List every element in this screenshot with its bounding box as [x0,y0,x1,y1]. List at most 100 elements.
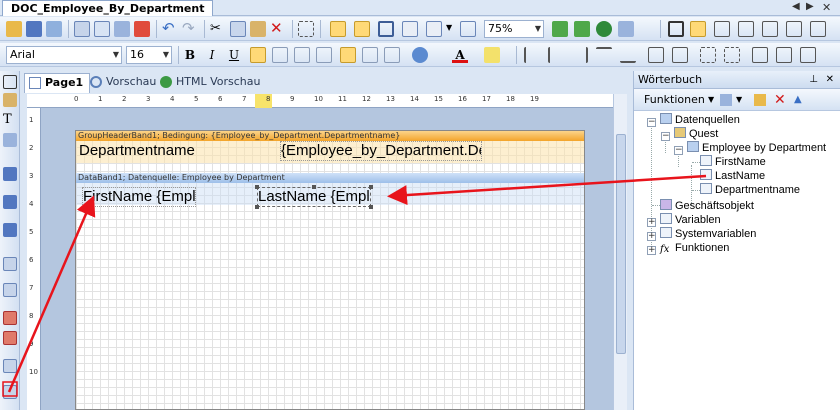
edit-icon[interactable] [754,94,766,106]
open-icon[interactable] [6,21,22,37]
tab-page1[interactable]: Page1 [24,73,91,93]
data-band-icon[interactable] [3,223,17,237]
align-bottoms-icon[interactable] [620,47,636,63]
copy-icon[interactable] [230,21,246,37]
report-page[interactable]: GroupHeaderBand1; Bedingung: {Employee_b… [75,130,585,410]
zoom-select[interactable]: 75% ▼ [484,20,544,38]
paste-icon[interactable] [250,21,266,37]
tree-item-functions[interactable]: fx Funktionen [660,241,729,256]
border-style-icon[interactable] [810,21,826,37]
move-forward-icon[interactable] [800,47,816,63]
page-setup-icon[interactable] [74,21,90,37]
selection-handle[interactable] [369,205,373,209]
tree-item-system-variables[interactable]: Systemvariablen [660,227,756,242]
delete-icon[interactable]: ✕ [774,89,786,111]
vertical-scrollbar[interactable] [613,94,627,410]
rich-text-icon[interactable] [3,331,17,345]
container-tool-icon[interactable] [3,283,17,297]
order-icon[interactable] [402,21,418,37]
selection-handle[interactable] [369,185,373,189]
align-tops-icon[interactable] [596,47,612,63]
close-icon[interactable]: ✕ [822,1,831,14]
layout-icon[interactable] [426,21,442,37]
delete-icon[interactable]: ✕ [270,21,286,37]
redo-icon[interactable]: ↷ [182,21,198,37]
selection-handle[interactable] [255,205,259,209]
align-justify-icon[interactable] [316,47,332,63]
chevron-down-icon[interactable]: ▼ [736,89,742,111]
expand-icon[interactable]: + [647,232,656,241]
pointer-tool-icon[interactable] [3,75,17,89]
send-back-icon[interactable] [776,47,792,63]
bring-front-icon[interactable] [752,47,768,63]
valign-bottom-icon[interactable] [384,47,400,63]
valign-top-icon[interactable] [340,47,356,63]
tab-html-vorschau[interactable]: HTML Vorschau [156,73,267,93]
align-left-edges-icon[interactable] [524,47,540,63]
italic-button[interactable]: I [204,47,220,63]
tree-item-quest[interactable]: Quest [674,127,718,142]
close-panel-icon[interactable]: ✕ [826,71,834,88]
border-top-icon[interactable] [714,21,730,37]
tree-item-employee-by-department[interactable]: Employee by Department [687,141,826,156]
firstname-field[interactable]: FirstName {Emplo [82,187,196,207]
page-view-icon[interactable] [460,21,476,37]
chevron-down-icon[interactable]: ▼ [708,89,714,111]
border-all-icon[interactable] [668,21,684,37]
border-bottom-icon[interactable] [762,21,778,37]
scroll-left-icon[interactable]: ◀ [792,1,800,12]
align-left-icon[interactable] [250,47,266,63]
font-color-button[interactable]: A [452,47,468,63]
align-center-icon[interactable] [272,47,288,63]
panel-tool-icon[interactable] [3,257,17,271]
delete-page-icon[interactable] [134,21,150,37]
lastname-field[interactable]: LastName {Emplo [257,187,371,207]
zoom-out-icon[interactable] [574,21,590,37]
undo-icon[interactable]: ↶ [162,21,178,37]
collapse-icon[interactable]: − [647,118,656,127]
new-page-icon[interactable] [94,21,110,37]
document-tab-title[interactable]: DOC_Employee_By_Department [2,0,214,16]
same-width-icon[interactable] [648,47,664,63]
sort-icon[interactable]: ▲ [794,89,802,111]
tree-item-variables[interactable]: Variablen [660,213,721,228]
shape-tool-icon[interactable] [3,385,17,399]
tab-vorschau[interactable]: Vorschau [86,73,162,93]
border-left-icon[interactable] [738,21,754,37]
preview-icon[interactable] [46,21,62,37]
departmentname-field[interactable]: {Employee_by_Department.Dep [280,141,482,161]
tree-item-datasources[interactable]: Datenquellen [660,113,740,128]
tree-item-departmentname[interactable]: Departmentname [700,183,800,198]
align-centers-icon[interactable] [548,47,564,63]
new-item-icon[interactable] [720,94,732,106]
pin-icon[interactable]: ⊥ [809,71,818,88]
tree-item-lastname[interactable]: LastName [700,169,765,184]
select-all-icon[interactable] [298,21,314,37]
settings-icon[interactable] [618,21,634,37]
cut-icon[interactable]: ✂ [210,21,226,37]
collapse-icon[interactable]: − [674,146,683,155]
grid-icon[interactable] [330,21,346,37]
center-vertical-icon[interactable] [724,47,740,63]
group-header-band-title[interactable]: GroupHeaderBand1; Bedingung: {Employee_b… [76,131,584,141]
selection-handle[interactable] [312,185,316,189]
expand-icon[interactable]: + [647,218,656,227]
departmentname-label[interactable]: Departmentname [78,141,274,161]
align-right-icon[interactable] [294,47,310,63]
align-right-edges-icon[interactable] [572,47,588,63]
save-icon[interactable] [26,21,42,37]
show-headers-icon[interactable] [378,21,394,37]
page-icon[interactable] [114,21,130,37]
expand-icon[interactable]: + [647,246,656,255]
band-tool-icon[interactable] [3,167,17,181]
align-grid-icon[interactable] [354,21,370,37]
hand-tool-icon[interactable] [3,93,17,107]
text-box-icon[interactable] [3,311,17,325]
data-band-title[interactable]: DataBand1; Datenquelle: Employee by Depa… [76,173,584,183]
underline-button[interactable]: U [226,47,242,63]
image-tool-icon[interactable] [3,359,17,373]
same-height-icon[interactable] [672,47,688,63]
globe-icon[interactable] [596,21,612,37]
chevron-down-icon[interactable]: ▼ [446,23,452,32]
highlight-icon[interactable] [484,47,500,63]
